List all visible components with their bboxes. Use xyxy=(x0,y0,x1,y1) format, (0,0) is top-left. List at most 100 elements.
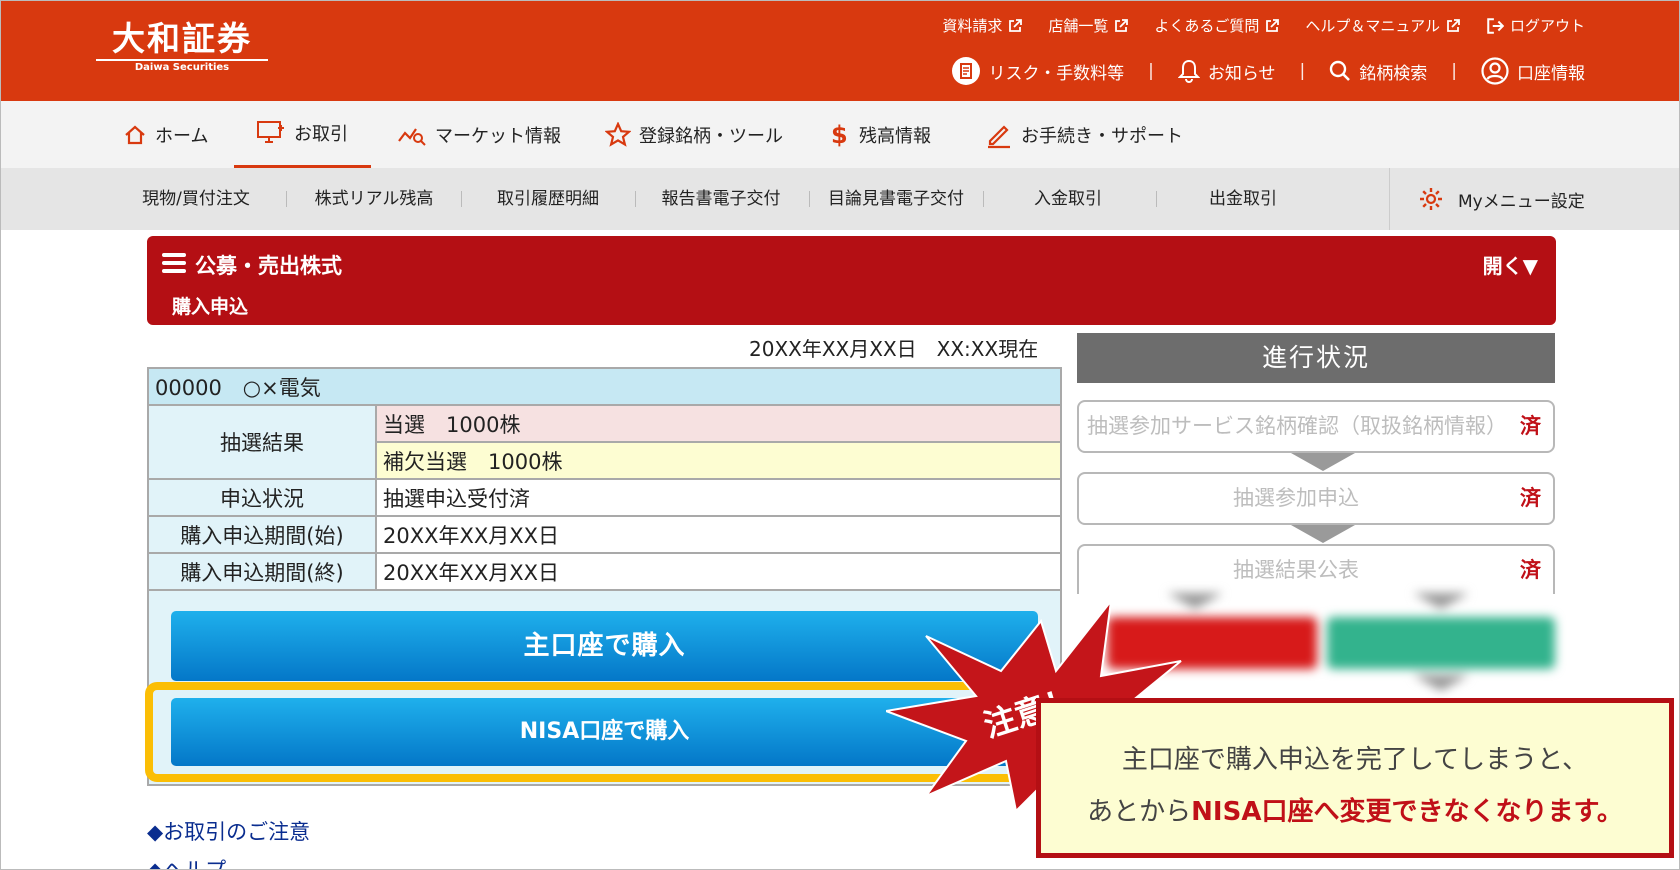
stock-name: 00000 ○×電気 xyxy=(147,367,1062,406)
timestamp: 20XX年XX月XX日 XX:XX現在 xyxy=(749,337,1039,361)
table-row: 00000 ○×電気 xyxy=(147,367,1062,406)
subnav-electronic-reports[interactable]: 報告書電子交付 xyxy=(651,168,791,230)
util-link-stores[interactable]: 店舗一覧 xyxy=(1048,15,1129,36)
progress-step-confirm: 抽選参加サービス銘柄確認（取扱銘柄情報） 済 xyxy=(1077,400,1555,453)
nav-trade-label: お取引 xyxy=(294,124,348,145)
user-icon xyxy=(1481,57,1509,85)
nav-trade[interactable]: お取引 xyxy=(234,101,371,168)
caution-line2: あとからNISA口座へ変更できなくなります。 xyxy=(1041,791,1669,828)
subnav-withdraw[interactable]: 出金取引 xyxy=(1176,168,1310,230)
step-label: 抽選結果公表 xyxy=(1233,558,1359,582)
external-link-icon xyxy=(1009,18,1023,32)
util-link-faq[interactable]: よくあるご質問 xyxy=(1154,15,1280,36)
main-nav: ホーム お取引 マーケット情報 登録銘柄・ツール $ 残高情報 お手続き・サポー… xyxy=(1,101,1679,168)
nav-home-label: ホーム xyxy=(155,125,209,147)
subnav-divider xyxy=(1156,191,1157,207)
table-row: 申込状況 抽選申込受付済 xyxy=(147,478,1062,517)
section-title: 公募・売出株式 xyxy=(195,254,342,278)
progress-title: 進行状況 xyxy=(1077,333,1555,383)
period-start-value: 20XX年XX月XX日 xyxy=(375,515,1062,554)
logout-link[interactable]: ログアウト xyxy=(1486,15,1585,36)
utility-links: 資料請求 店舗一覧 よくあるご質問 ヘルプ＆マニュアル ログアウト xyxy=(942,15,1585,36)
search-icon xyxy=(1330,60,1351,81)
trade-icon xyxy=(257,121,284,143)
subnav-prospectus[interactable]: 目論見書電子交付 xyxy=(821,168,971,230)
util-link-help[interactable]: ヘルプ＆マニュアル xyxy=(1305,15,1460,36)
subnav-spot-order[interactable]: 現物/買付注文 xyxy=(129,168,263,230)
util-link-materials[interactable]: 資料請求 xyxy=(942,15,1023,36)
logo-english: Daiwa Securities xyxy=(134,62,230,73)
daiwa-logo[interactable]: 大和証券 Daiwa Securities xyxy=(96,19,268,74)
separator: | xyxy=(1148,61,1154,81)
period-start-label: 購入申込期間(始) xyxy=(147,515,377,554)
step-done-mark: 済 xyxy=(1520,558,1541,582)
document-icon xyxy=(952,57,981,85)
util-link-label: ログアウト xyxy=(1509,17,1585,35)
stock-search-label: 銘柄検索 xyxy=(1359,63,1428,84)
stock-search-link[interactable]: 銘柄検索 xyxy=(1329,59,1427,84)
lottery-win-value: 当選 1000株 xyxy=(375,404,1062,443)
caution-line1: 主口座で購入申込を完了してしまうと、 xyxy=(1121,745,1589,775)
market-icon xyxy=(398,127,426,146)
table-row: 購入申込期間(始) 20XX年XX月XX日 xyxy=(147,515,1062,554)
subnav-trade-history[interactable]: 取引履歴明細 xyxy=(481,168,615,230)
caution-line2-pre: あとから xyxy=(1087,797,1192,827)
account-info-label: 口座情報 xyxy=(1517,63,1585,84)
external-link-icon xyxy=(1115,18,1129,32)
utility-links-secondary: リスク・手数料等 | お知らせ | 銘柄検索 | 口座情報 xyxy=(952,57,1585,85)
logout-icon xyxy=(1487,17,1504,34)
lottery-substitute-value: 補欠当選 1000株 xyxy=(375,441,1062,480)
top-bar: 大和証券 Daiwa Securities 資料請求 店舗一覧 よくあるご質問 … xyxy=(1,1,1679,101)
stock-info-table: 00000 ○×電気 抽選結果 当選 1000株 補欠当選 1000株 申込状況… xyxy=(147,367,1062,591)
subnav-divider xyxy=(286,191,287,207)
util-link-label: よくあるご質問 xyxy=(1154,17,1260,35)
account-info-link[interactable]: 口座情報 xyxy=(1481,57,1585,85)
period-end-value: 20XX年XX月XX日 xyxy=(375,552,1062,591)
caution-line2-emphasis: NISA口座へ変更できなくなります xyxy=(1191,797,1597,827)
risk-fee-link[interactable]: リスク・手数料等 xyxy=(952,57,1124,85)
logo-underline xyxy=(96,59,268,61)
caution-line2-post: 。 xyxy=(1596,797,1623,827)
dollar-icon: $ xyxy=(831,120,848,149)
menu-icon[interactable] xyxy=(162,253,186,273)
progress-arrow xyxy=(1291,453,1355,471)
application-status-label: 申込状況 xyxy=(147,478,377,517)
section-toggle[interactable]: 開く▼ xyxy=(1483,250,1538,279)
subnav-divider xyxy=(809,191,810,207)
trade-caution-link[interactable]: ◆お取引のご注意 xyxy=(147,813,310,851)
step-done-mark: 済 xyxy=(1520,486,1541,510)
nav-support[interactable]: お手続き・サポート xyxy=(985,101,1183,168)
external-link-icon xyxy=(1447,18,1460,32)
home-icon xyxy=(125,125,145,144)
nav-watchlist[interactable]: 登録銘柄・ツール xyxy=(605,101,783,168)
gear-icon xyxy=(1420,188,1442,210)
util-link-label: 資料請求 xyxy=(942,17,1003,35)
subnav-deposit[interactable]: 入金取引 xyxy=(1001,168,1135,230)
caution-callout: 主口座で購入申込を完了してしまうと、 あとからNISA口座へ変更できなくなります… xyxy=(1036,698,1674,858)
util-link-label: 店舗一覧 xyxy=(1048,17,1109,35)
star-icon xyxy=(605,121,631,147)
nav-market-label: マーケット情報 xyxy=(435,125,561,147)
table-row: 購入申込期間(終) 20XX年XX月XX日 xyxy=(147,552,1062,591)
subnav-realtime-balance[interactable]: 株式リアル残高 xyxy=(307,168,441,230)
my-menu-settings[interactable]: Myメニュー設定 xyxy=(1389,168,1585,230)
util-link-label: ヘルプ＆マニュアル xyxy=(1305,17,1440,35)
nav-watchlist-label: 登録銘柄・ツール xyxy=(639,125,783,147)
external-link-icon xyxy=(1266,18,1280,32)
separator: | xyxy=(1299,61,1306,81)
nav-market[interactable]: マーケット情報 xyxy=(397,101,561,168)
nav-home[interactable]: ホーム xyxy=(123,101,208,168)
subnav-divider xyxy=(461,191,462,207)
notice-link[interactable]: お知らせ xyxy=(1177,59,1276,84)
step-label: 抽選参加サービス銘柄確認（取扱銘柄情報） xyxy=(1087,414,1507,438)
subnav-divider xyxy=(983,191,984,207)
lottery-result-label: 抽選結果 xyxy=(147,404,377,480)
progress-arrow xyxy=(1291,525,1355,543)
help-link[interactable]: ◆ヘルプ xyxy=(147,851,310,869)
nav-balance-label: 残高情報 xyxy=(859,125,931,147)
section-header: 公募・売出株式 購入申込 開く▼ xyxy=(147,236,1556,325)
nav-balance[interactable]: $ 残高情報 xyxy=(831,101,931,168)
notice-label: お知らせ xyxy=(1207,63,1276,84)
application-status-value: 抽選申込受付済 xyxy=(375,478,1062,517)
step-label: 抽選参加申込 xyxy=(1233,486,1359,510)
